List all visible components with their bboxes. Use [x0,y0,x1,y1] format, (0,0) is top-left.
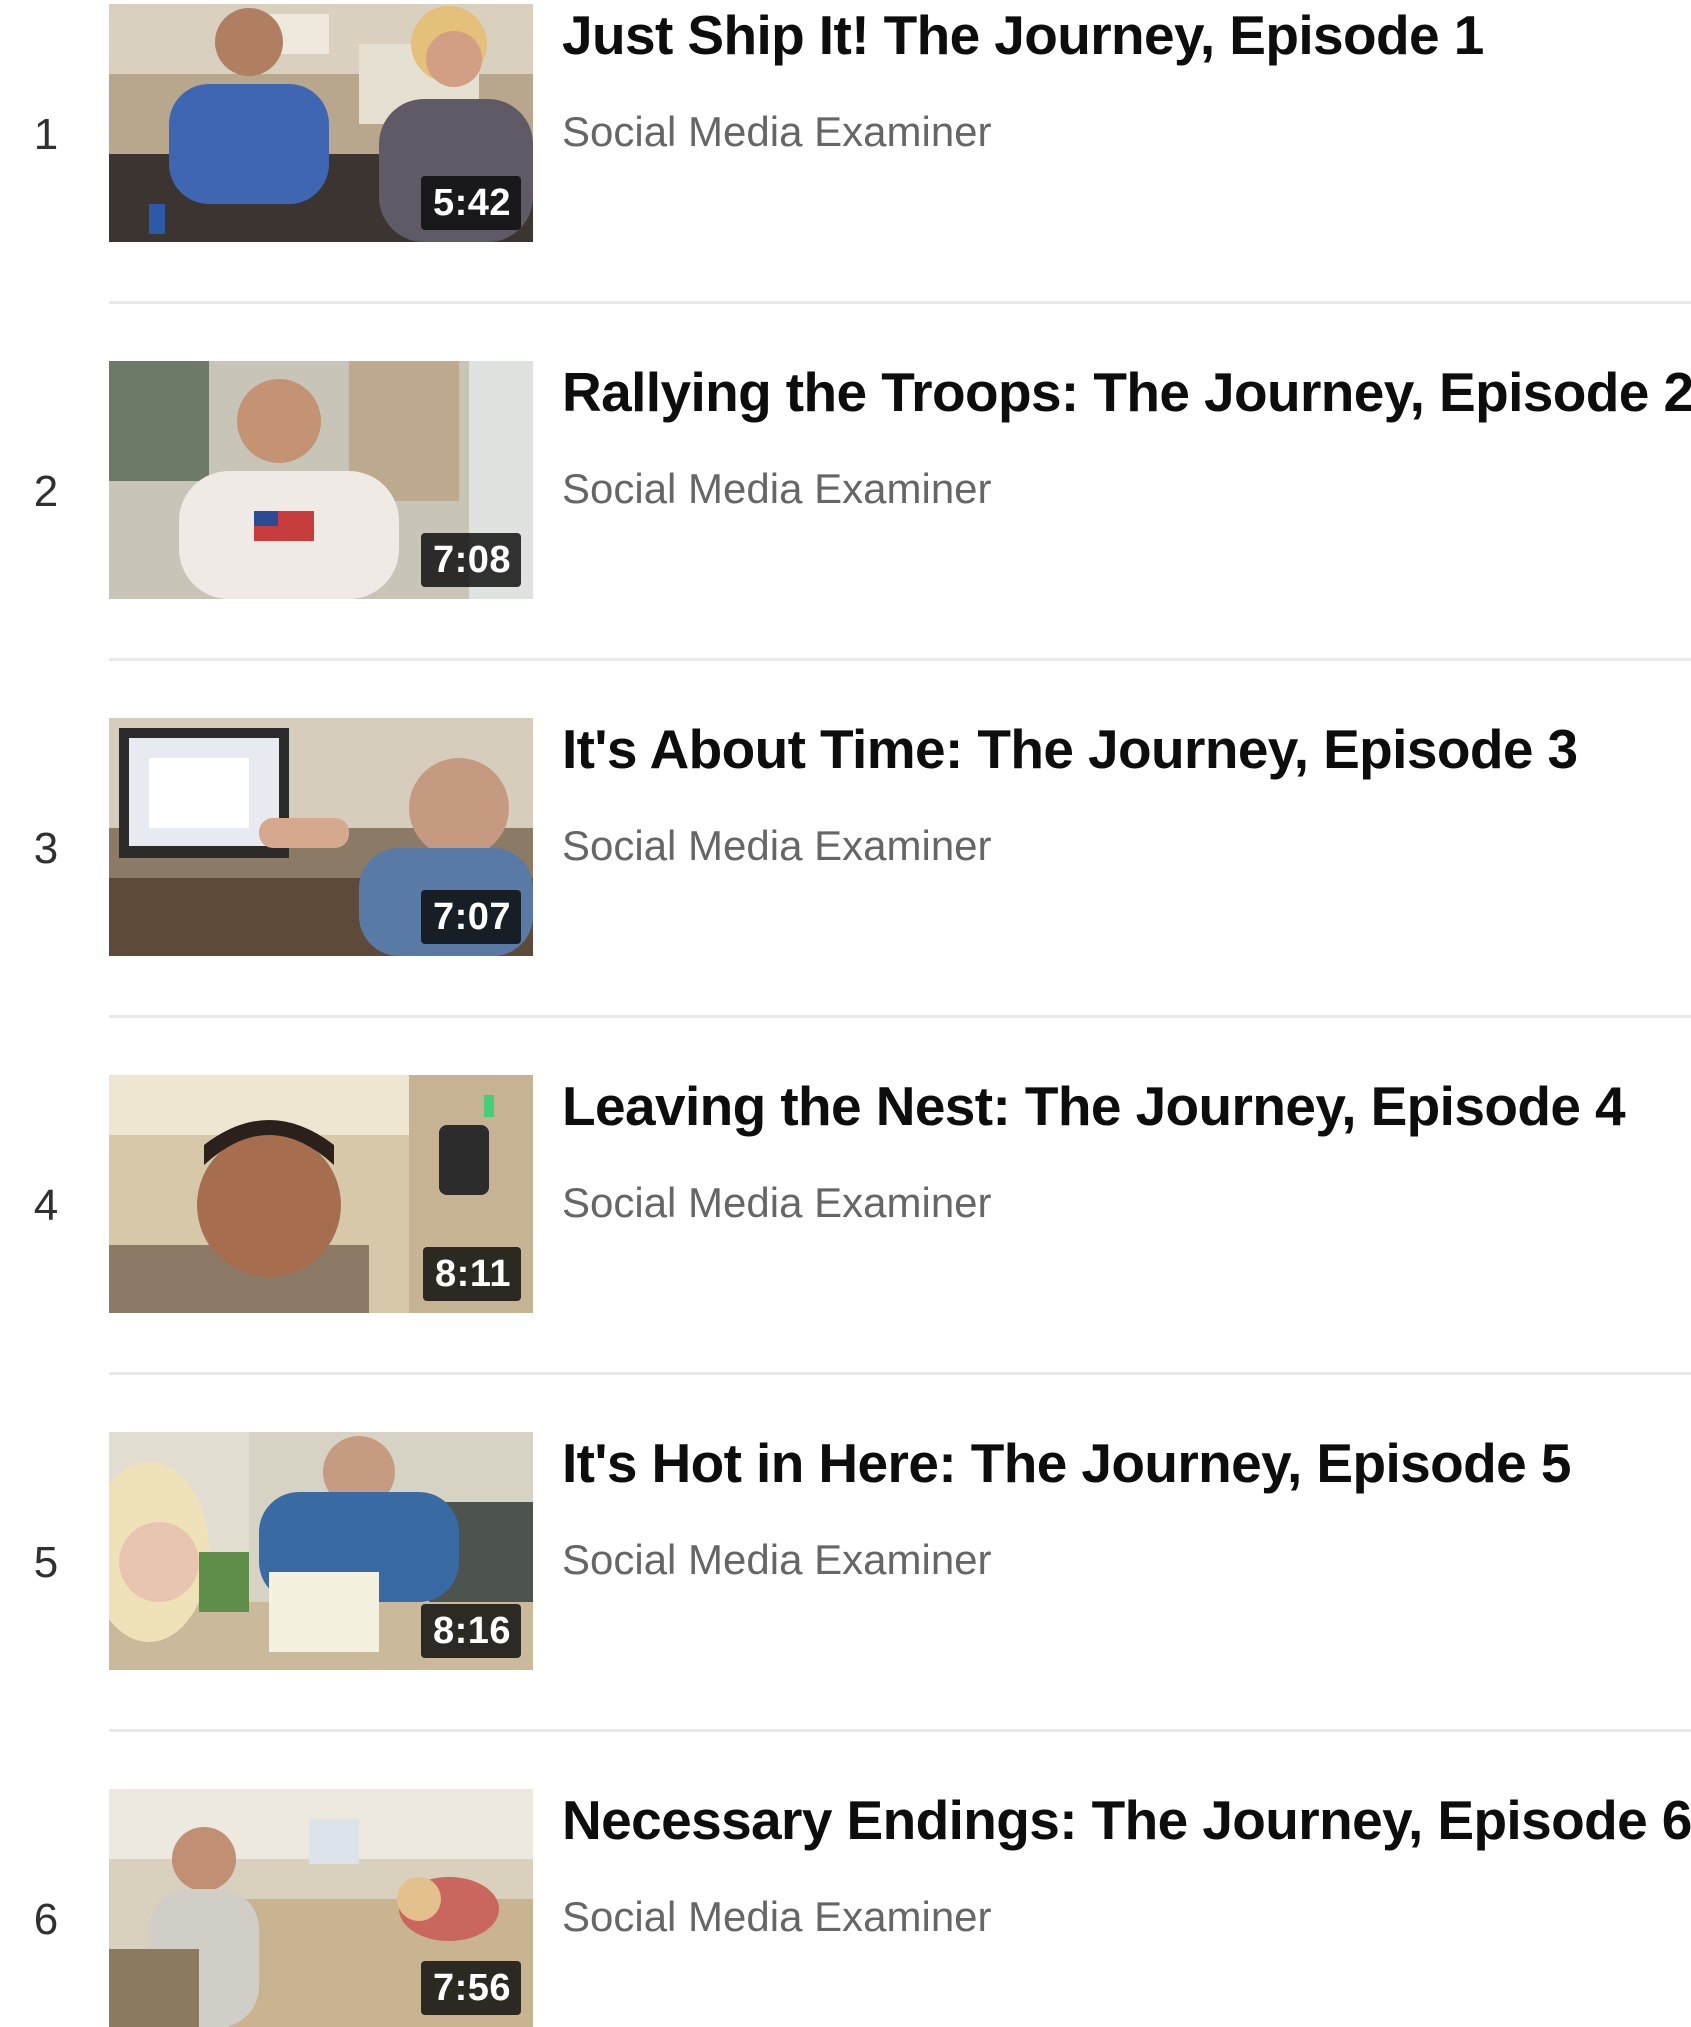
item-index: 3 [33,824,59,873]
video-duration: 5:42 [420,176,521,230]
video-duration: 8:16 [420,1604,521,1658]
divider [109,658,1691,661]
divider [109,301,1691,304]
channel-name[interactable]: Social Media Examiner [562,1179,992,1227]
item-index: 2 [33,467,59,516]
video-duration: 7:56 [420,1961,521,2015]
video-thumbnail[interactable]: 7:56 [109,1789,533,2027]
playlist-item[interactable]: 3 7:07 It's About Time: The Journey, Epi… [0,718,1691,956]
video-duration: 8:11 [423,1247,521,1301]
channel-name[interactable]: Social Media Examiner [562,1893,992,1941]
video-thumbnail[interactable]: 7:08 [109,361,533,599]
video-title[interactable]: Leaving the Nest: The Journey, Episode 4 [562,1075,1626,1138]
video-thumbnail[interactable]: 8:16 [109,1432,533,1670]
item-index: 4 [33,1181,59,1230]
video-title[interactable]: It's Hot in Here: The Journey, Episode 5 [562,1432,1571,1495]
item-index: 1 [33,110,59,159]
channel-name[interactable]: Social Media Examiner [562,108,992,156]
video-title[interactable]: Just Ship It! The Journey, Episode 1 [562,4,1484,67]
playlist-item[interactable]: 5 8:16 It's Hot in Here: The Journey, Ep… [0,1432,1691,1670]
video-title[interactable]: It's About Time: The Journey, Episode 3 [562,718,1578,781]
playlist-item[interactable]: 2 7:08 Rallying the Troops: The Journey,… [0,361,1691,599]
channel-name[interactable]: Social Media Examiner [562,822,992,870]
video-thumbnail[interactable]: 5:42 [109,4,533,242]
item-index: 5 [33,1538,59,1587]
channel-name[interactable]: Social Media Examiner [562,465,992,513]
divider [109,1729,1691,1732]
video-thumbnail[interactable]: 8:11 [109,1075,533,1313]
video-duration: 7:08 [420,533,521,587]
divider [109,1015,1691,1018]
video-duration: 7:07 [420,890,521,944]
playlist-item[interactable]: 4 8:11 Leaving the Nest: The Journey, Ep… [0,1075,1691,1313]
divider [109,1372,1691,1375]
channel-name[interactable]: Social Media Examiner [562,1536,992,1584]
playlist-item[interactable]: 6 7:56 Necessary Endings: The Journey, E… [0,1789,1691,2027]
video-title[interactable]: Necessary Endings: The Journey, Episode … [562,1789,1691,1852]
video-thumbnail[interactable]: 7:07 [109,718,533,956]
item-index: 6 [33,1895,59,1944]
playlist-item[interactable]: 1 5:42 Just Ship It! The Journey, Episod… [0,4,1691,242]
video-title[interactable]: Rallying the Troops: The Journey, Episod… [562,361,1691,424]
